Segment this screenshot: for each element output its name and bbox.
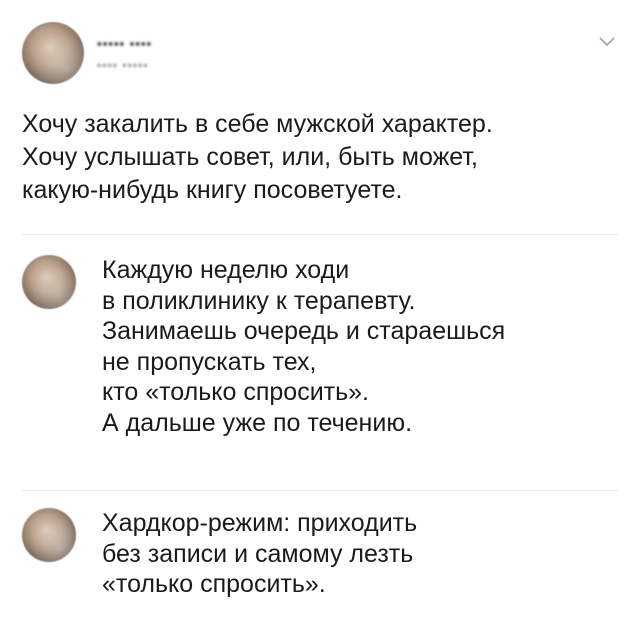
post-header: ▪▪▪▪▪ ▪▪▪▪ ▪▪▪▪ ▪▪▪▪▪ — [22, 22, 618, 86]
author-handle[interactable]: ▪▪▪▪ ▪▪▪▪▪ — [97, 58, 149, 72]
post-text-line: какую-нибудь книгу посоветуете. — [22, 176, 403, 204]
reply-text-line: в поликлинику к терапевту. — [102, 286, 416, 315]
reply-text: Хардкор-режим: приходить без записи и са… — [102, 508, 417, 600]
author-name[interactable]: ▪▪▪▪▪ ▪▪▪▪ — [97, 36, 152, 51]
post-text-line: Хочу услышать совет, или, быть может, — [22, 143, 479, 171]
reply-text-line: Хардкор-режим: приходить — [102, 509, 418, 537]
reply-text-line: Каждую неделю ходи — [102, 256, 350, 284]
divider — [22, 490, 618, 491]
reply-text-line: кто «только спросить». — [102, 378, 369, 406]
post-text: Хочу закалить в себе мужской характер. Х… — [22, 108, 618, 207]
reply-text-line: Занимаешь очередь и стараешься — [102, 317, 506, 345]
reply-text-line: без записи и самому лезть — [102, 539, 414, 568]
reply-avatar[interactable] — [22, 255, 76, 309]
reply-text: Каждую неделю ходи в поликлинику к терап… — [102, 255, 505, 438]
author-avatar[interactable] — [22, 22, 84, 84]
reply-text-line: «только спросить». — [102, 570, 326, 598]
chevron-down-icon[interactable] — [598, 36, 616, 48]
divider — [22, 234, 618, 235]
reply-avatar[interactable] — [22, 508, 76, 562]
reply-text-line: не пропускать тех, — [102, 347, 317, 376]
post-text-line: Хочу закалить в себе мужской характер. — [22, 110, 493, 138]
reply-text-line: А дальше уже по течению. — [102, 408, 413, 437]
